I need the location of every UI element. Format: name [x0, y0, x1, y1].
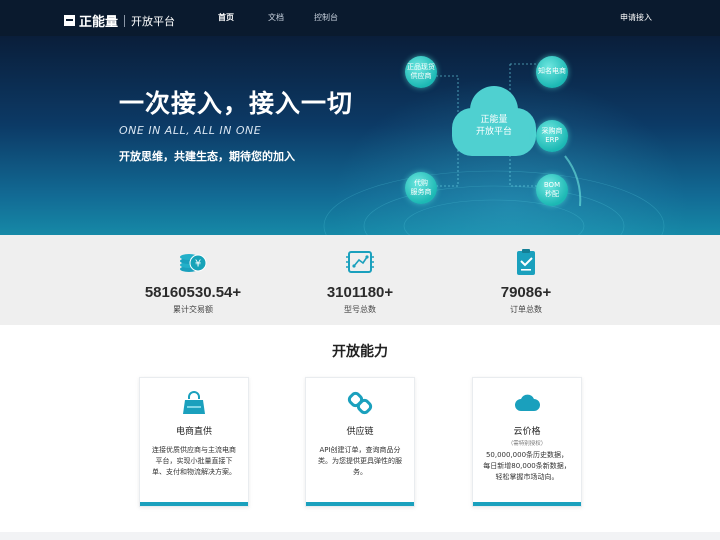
card-accent-bar [473, 502, 581, 506]
section-title: 开放能力 [332, 344, 388, 360]
card-description: API创建订单，查询商品分类。为您提供更具弹性的服务。 [318, 446, 402, 476]
logo-divider [124, 14, 126, 27]
stat-models: 3101180+ 型号总数 [280, 247, 440, 315]
shopping-bag-icon [183, 391, 205, 414]
card-title: 供应链 [346, 427, 374, 437]
card-accent-bar [306, 502, 414, 506]
cloud-icon [515, 394, 540, 411]
node-label: ERP [545, 136, 559, 144]
order-clipboard-icon [517, 249, 535, 275]
hero-slogan: 开放思维，共建生态，期待您的加入 [119, 150, 295, 163]
nav-item-console[interactable]: 控制台 [314, 12, 338, 23]
node-label: 服务商 [410, 188, 432, 196]
stat-label: 型号总数 [344, 305, 376, 314]
capability-card-cloud-price[interactable]: 云价格 （需特别授权） 50,000,000条历史数据，每日新增80,000条新… [472, 377, 582, 507]
nav-item-docs[interactable]: 文档 [268, 12, 284, 23]
capability-card-ecommerce[interactable]: 电商直供 连接优质供应商与主流电商平台，实现小批量直接下单、支付和物流解决方案。 [139, 377, 249, 507]
svg-text:¥: ¥ [195, 259, 201, 270]
logo[interactable]: 正能量 开放平台 [64, 11, 175, 30]
center-node-line2: 开放平台 [475, 127, 512, 138]
logo-icon [64, 15, 75, 26]
stats-section: ¥ 58160530.54+ 累计交易额 3101180+ 型号总数 79086… [0, 235, 720, 325]
center-cloud-node: 正能量 开放平台 [452, 86, 536, 158]
node-label: BOM [543, 180, 561, 189]
stat-value: 3101180+ [326, 284, 394, 301]
card-title: 云价格 [513, 427, 541, 437]
footer-strip [0, 532, 720, 540]
node-label: 代购 [414, 178, 428, 187]
chip-board-icon [346, 251, 374, 273]
node-erp: 采购商 ERP [536, 120, 568, 152]
chain-link-icon [347, 391, 373, 415]
card-accent-bar [140, 502, 248, 506]
node-label: 秒配 [544, 190, 559, 198]
node-label: 采购商 [541, 126, 563, 135]
hero-banner: 一次接入，接入一切 ONE IN ALL, ALL IN ONE 开放思维，共建… [0, 36, 720, 235]
stat-value: 79086+ [500, 284, 552, 301]
capability-card-supply-chain[interactable]: 供应链 API创建订单，查询商品分类。为您提供更具弹性的服务。 [305, 377, 415, 507]
node-label: 知名电商 [538, 67, 566, 76]
node-genuine-supplier: 正品现货 供应商 [405, 56, 437, 88]
logo-subtitle: 开放平台 [131, 14, 176, 28]
card-note: （需特别授权） [507, 441, 547, 447]
coins-yen-icon: ¥ [180, 254, 207, 272]
card-description: 连接优质供应商与主流电商平台，实现小批量直接下单、支付和物流解决方案。 [152, 446, 236, 476]
hero-title: 一次接入，接入一切 [119, 89, 354, 118]
stat-transaction: ¥ 58160530.54+ 累计交易额 [113, 247, 273, 315]
stat-orders: 79086+ 订单总数 [446, 247, 606, 315]
logo-text: 正能量 [79, 15, 119, 30]
stat-label: 累计交易额 [173, 305, 213, 314]
hero-subtitle-en: ONE IN ALL, ALL IN ONE [119, 124, 262, 137]
node-label: 正品现货 [407, 62, 435, 71]
network-lines [323, 63, 665, 235]
capabilities-section: 开放能力 电商直供 连接优质供应商与主流电商平台，实现小批量直接下单、支付和物流… [0, 325, 720, 540]
card-title: 电商直供 [175, 427, 212, 437]
node-purchasing-agent: 代购 服务商 [405, 172, 437, 204]
card-description: 50,000,000条历史数据，每日新增80,000条新数据，轻松掌握市场动向。 [483, 451, 571, 481]
nav-item-home[interactable]: 首页 [218, 12, 234, 23]
node-ecommerce: 知名电商 [536, 56, 568, 88]
top-nav: 正能量 开放平台 首页 文档 控制台 申请接入 [0, 0, 720, 36]
node-bom: BOM 秒配 [536, 174, 568, 206]
node-label: 供应商 [410, 72, 432, 80]
center-node-line1: 正能量 [480, 115, 508, 125]
stat-value: 58160530.54+ [144, 284, 242, 301]
stat-label: 订单总数 [510, 305, 542, 314]
apply-access-link[interactable]: 申请接入 [620, 12, 652, 23]
